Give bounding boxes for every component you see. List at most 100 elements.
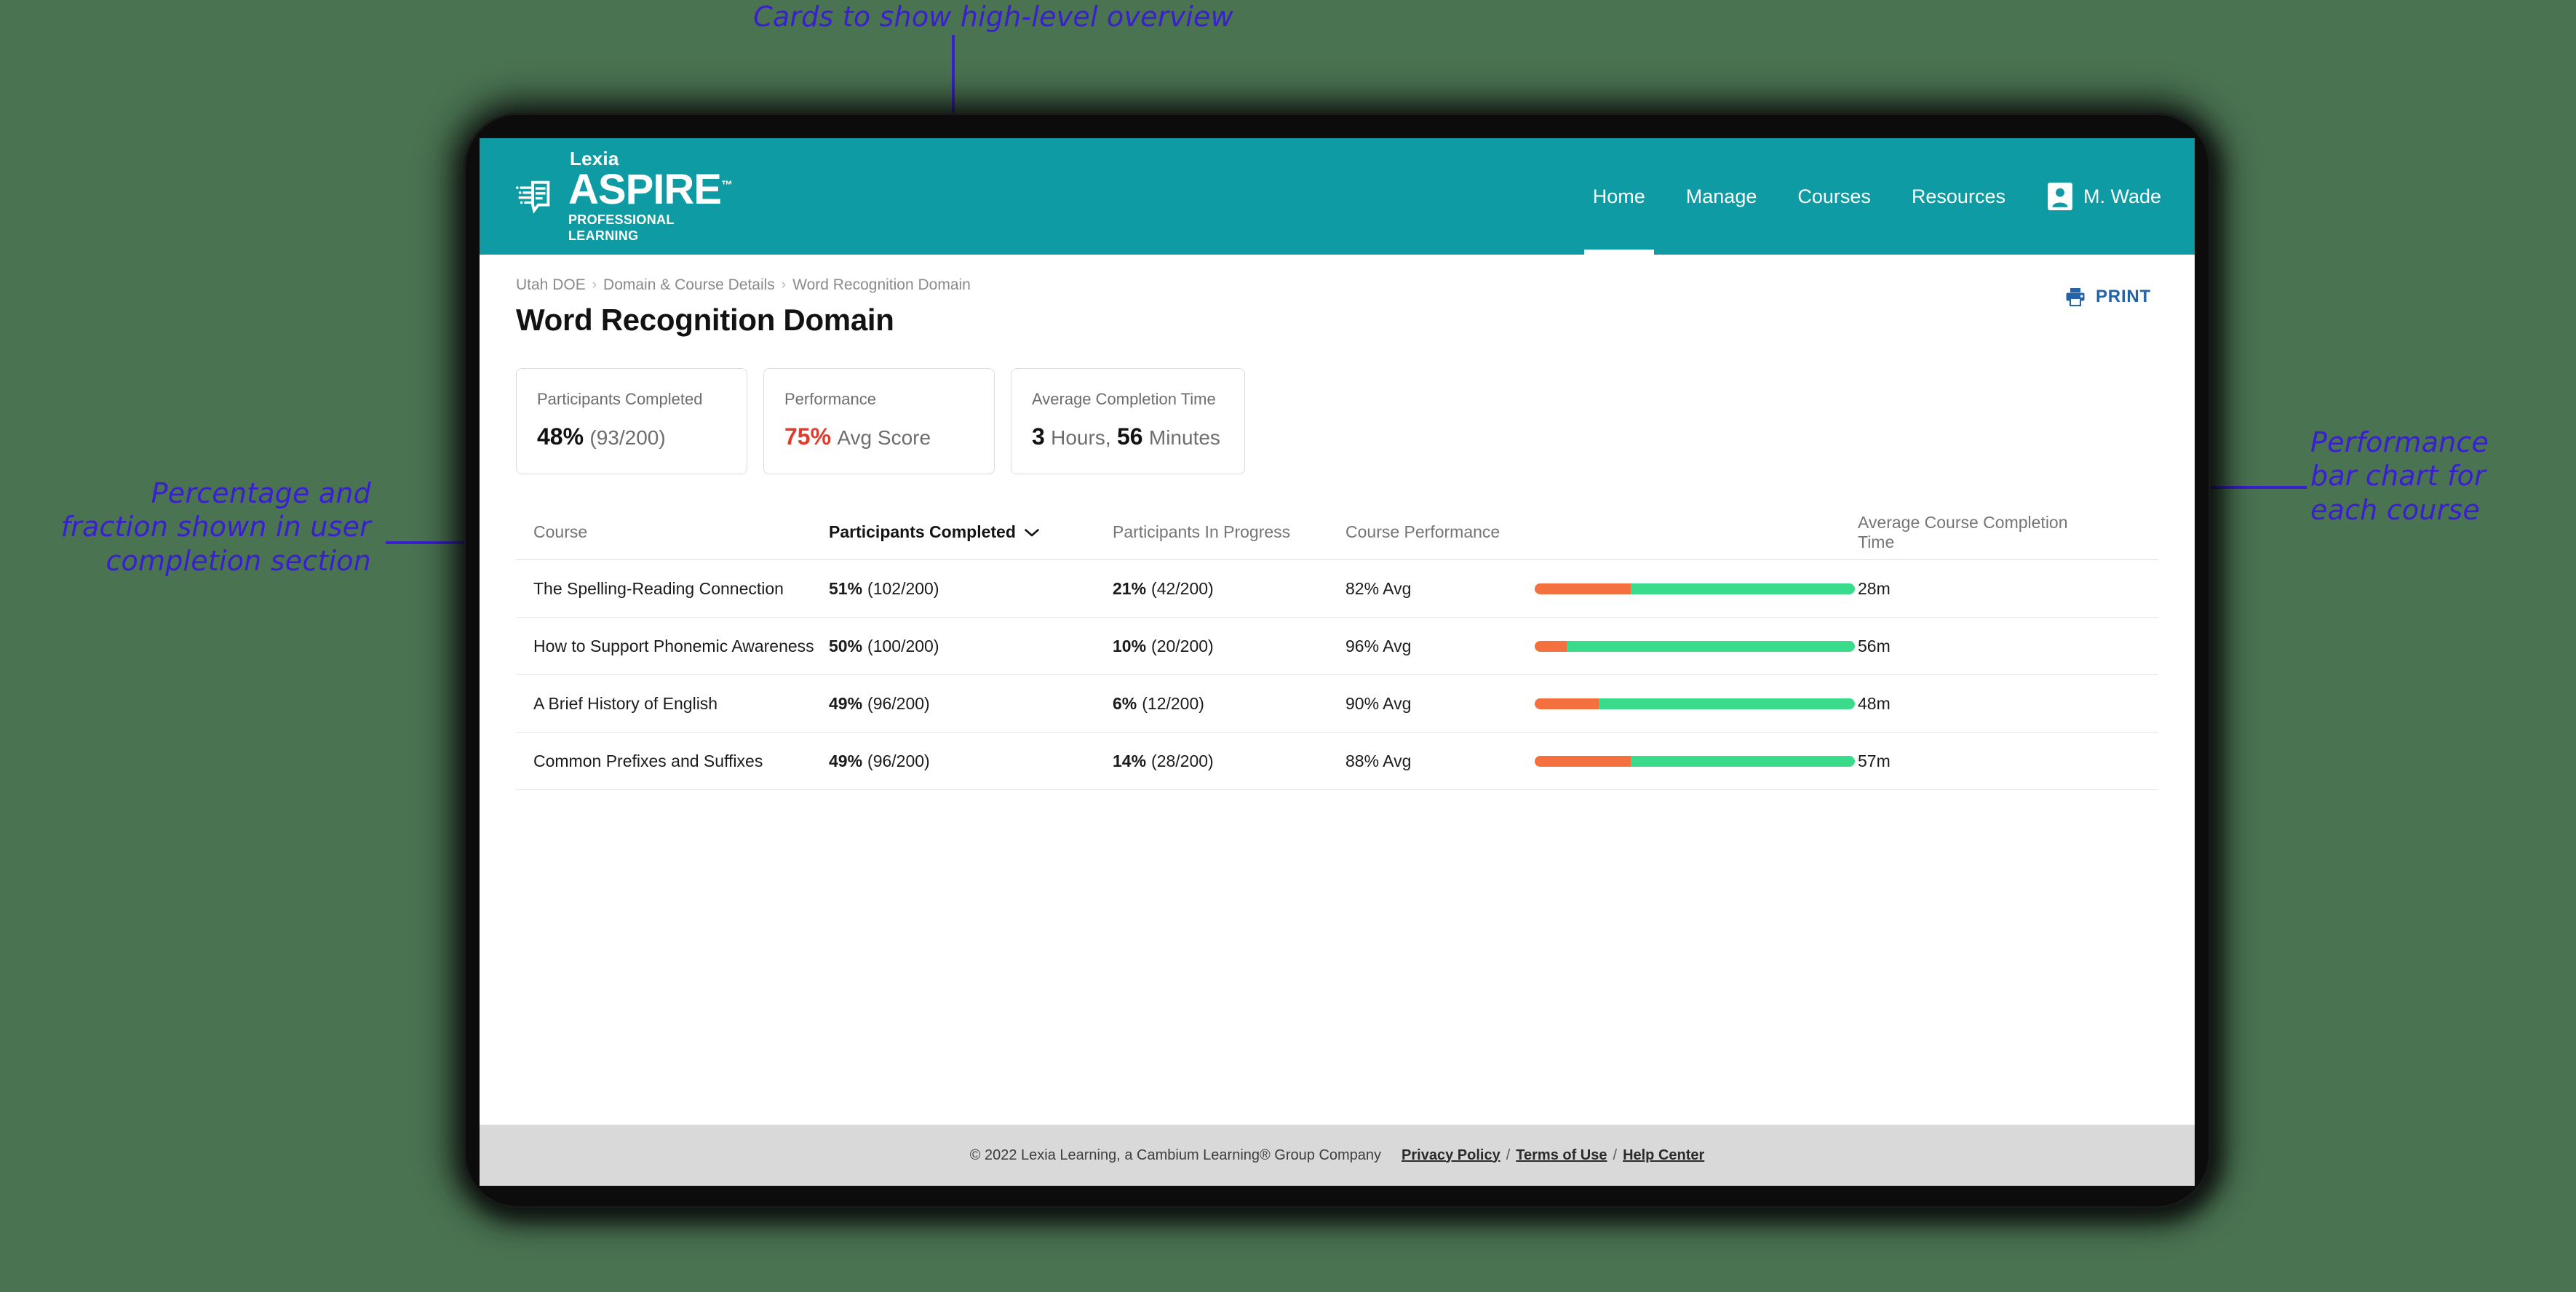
performance-bar-green-segment (1599, 698, 1855, 709)
card-value-suffix: (93/200) (589, 426, 666, 449)
card-value-minutes-word: Minutes (1148, 426, 1220, 449)
breadcrumb: Utah DOE › Domain & Course Details › Wor… (516, 276, 971, 294)
screenshot-stage: Cards to show high-level overview Percen… (0, 0, 2576, 1292)
performance-bar-orange-segment (1535, 583, 1631, 594)
column-header-average-course-completion-time[interactable]: Average Course Completion Time (1855, 513, 2073, 552)
footer-links: Privacy Policy / Terms of Use / Help Cen… (1402, 1147, 1704, 1164)
cell-course-name: A Brief History of English (533, 693, 718, 713)
logo-aspire-text: ASPIRE (568, 166, 722, 214)
footer-link-terms-of-use[interactable]: Terms of Use (1516, 1147, 1607, 1164)
logo-trademark: ™ (720, 179, 733, 192)
progress-percent: 6% (1113, 693, 1137, 713)
avatar-icon (2048, 183, 2072, 210)
table-row[interactable]: A Brief History of English 49% (96/200) … (516, 675, 2158, 733)
progress-percent: 14% (1113, 751, 1147, 770)
cell-course-performance-label: 96% Avg (1345, 636, 1412, 655)
column-header-course[interactable]: Course (516, 522, 829, 542)
cell-participants-completed: 50% (100/200) (829, 637, 1113, 656)
performance-bar-green-segment (1631, 583, 1855, 594)
cell-average-completion-time: 48m (1858, 693, 1891, 713)
card-value-main: 48% (537, 423, 584, 450)
breadcrumb-item-0[interactable]: Utah DOE (516, 276, 586, 294)
courses-table: Course Participants Completed Participan… (516, 505, 2158, 790)
card-value-hours-word: Hours, (1051, 426, 1111, 449)
card-participants-completed: Participants Completed 48% (93/200) (516, 368, 747, 474)
performance-bar (1535, 755, 1855, 767)
cell-participants-completed: 49% (96/200) (829, 751, 1113, 771)
cell-course-name: Common Prefixes and Suffixes (533, 751, 763, 770)
table-body: The Spelling-Reading Connection 51% (102… (516, 560, 2158, 790)
performance-bar-orange-segment (1535, 698, 1599, 709)
cell-participants-in-progress: 10% (20/200) (1113, 637, 1345, 656)
top-navigation-bar: Lexia ASPIRE™ PROFESSIONAL LEARNING Home… (480, 138, 2195, 255)
breadcrumb-item-2[interactable]: Word Recognition Domain (792, 276, 971, 294)
footer-separator: / (1506, 1147, 1511, 1163)
open-book-icon (515, 180, 550, 214)
performance-bar (1535, 640, 1855, 652)
progress-percent: 21% (1113, 578, 1147, 598)
nav-item-manage[interactable]: Manage (1666, 138, 1778, 255)
app-screen: Lexia ASPIRE™ PROFESSIONAL LEARNING Home… (480, 138, 2195, 1186)
cell-performance-bar (1535, 640, 1855, 652)
nav-item-home[interactable]: Home (1573, 138, 1666, 255)
progress-percent: 10% (1113, 636, 1147, 655)
cell-course-performance-label: 88% Avg (1345, 751, 1412, 770)
completed-percent: 51% (829, 578, 863, 598)
cell-participants-in-progress: 14% (28/200) (1113, 751, 1345, 771)
lexia-aspire-logo[interactable]: Lexia ASPIRE™ PROFESSIONAL LEARNING (512, 149, 733, 244)
column-header-participants-completed[interactable]: Participants Completed (829, 522, 1113, 542)
column-header-label: Participants Completed (829, 522, 1016, 541)
card-performance: Performance 75% Avg Score (763, 368, 995, 474)
cell-average-completion-time: 56m (1858, 636, 1891, 655)
cell-course-performance-label: 90% Avg (1345, 693, 1412, 713)
footer-link-help-center[interactable]: Help Center (1623, 1147, 1704, 1164)
cell-average-completion-time: 28m (1858, 578, 1891, 598)
cell-performance-bar (1535, 583, 1855, 594)
user-name: M. Wade (2083, 185, 2161, 207)
progress-fraction: (42/200) (1151, 578, 1214, 598)
nav-item-courses[interactable]: Courses (1777, 138, 1891, 255)
cell-participants-completed: 51% (102/200) (829, 579, 1113, 599)
completed-percent: 49% (829, 693, 863, 713)
annotation-performance-bar-chart: Performance bar chart for each course (2310, 426, 2489, 526)
cell-participants-in-progress: 21% (42/200) (1113, 579, 1345, 599)
print-label: PRINT (2096, 287, 2151, 306)
table-row[interactable]: Common Prefixes and Suffixes 49% (96/200… (516, 733, 2158, 790)
performance-bar-orange-segment (1535, 755, 1631, 767)
table-header-row: Course Participants Completed Participan… (516, 505, 2158, 560)
completed-fraction: (102/200) (867, 578, 939, 598)
table-row[interactable]: The Spelling-Reading Connection 51% (102… (516, 560, 2158, 618)
annotation-cards: Cards to show high-level overview (753, 1, 1233, 33)
table-row[interactable]: How to Support Phonemic Awareness 50% (1… (516, 618, 2158, 675)
performance-bar (1535, 583, 1855, 594)
column-header-participants-in-progress[interactable]: Participants In Progress (1113, 522, 1345, 542)
performance-bar-green-segment (1631, 755, 1855, 767)
breadcrumb-item-1[interactable]: Domain & Course Details (603, 276, 775, 294)
card-value: 75% Avg Score (784, 423, 974, 450)
user-menu[interactable]: M. Wade (2048, 183, 2161, 210)
cell-course-performance-label: 82% Avg (1345, 578, 1412, 598)
nav-item-resources[interactable]: Resources (1891, 138, 2026, 255)
annotation-percentage-fraction: Percentage and fraction shown in user co… (60, 477, 371, 577)
logo-subtitle: PROFESSIONAL LEARNING (568, 212, 675, 243)
breadcrumb-separator-icon: › (592, 277, 597, 292)
completed-fraction: (96/200) (867, 693, 930, 713)
progress-fraction: (28/200) (1151, 751, 1214, 770)
footer-link-privacy-policy[interactable]: Privacy Policy (1402, 1147, 1500, 1164)
header-row: Utah DOE › Domain & Course Details › Wor… (516, 255, 2158, 338)
performance-bar-orange-segment (1535, 640, 1567, 652)
performance-bar (1535, 698, 1855, 709)
completed-percent: 49% (829, 751, 863, 770)
page-body: Utah DOE › Domain & Course Details › Wor… (480, 255, 2195, 1125)
progress-fraction: (12/200) (1142, 693, 1204, 713)
column-header-course-performance[interactable]: Course Performance (1345, 522, 1855, 542)
page-title: Word Recognition Domain (516, 303, 894, 337)
page-footer: © 2022 Lexia Learning, a Cambium Learnin… (480, 1125, 2195, 1186)
cell-performance-bar (1535, 698, 1855, 709)
print-button[interactable]: PRINT (2065, 287, 2151, 307)
card-label: Average Completion Time (1032, 389, 1216, 408)
card-value: 3 Hours, 56 Minutes (1032, 423, 1224, 450)
footer-copyright: © 2022 Lexia Learning, a Cambium Learnin… (969, 1147, 1382, 1163)
printer-icon (2066, 288, 2085, 306)
nav-links: Home Manage Courses Resources M. Wade (1573, 138, 2161, 255)
